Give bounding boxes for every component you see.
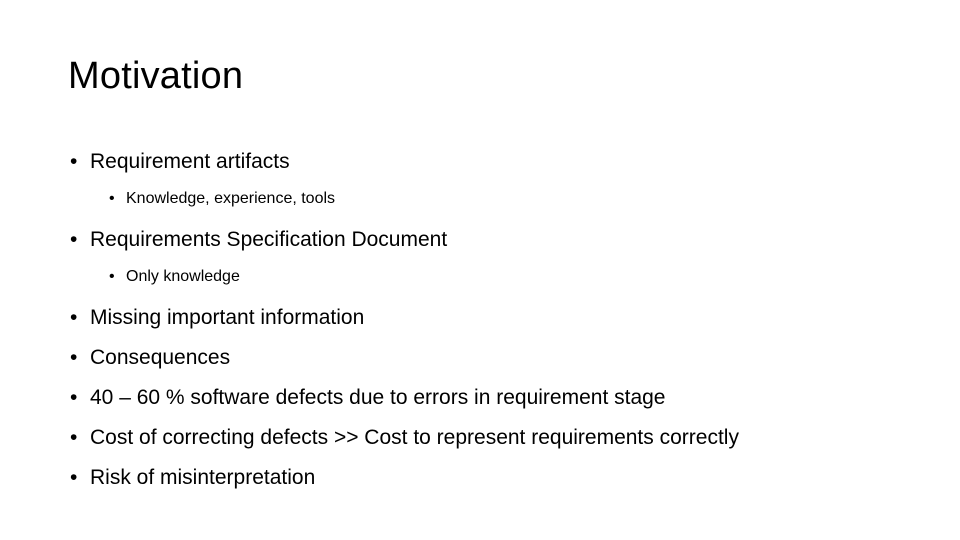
bullet-point-icon: • <box>70 346 78 369</box>
sub-bullet-row: • Knowledge, experience, tools <box>68 182 928 216</box>
sub-bullet-row: • Only knowledge <box>68 260 928 294</box>
sub-bullet-text: Knowledge, experience, tools <box>126 190 336 207</box>
list-item: • Only knowledge <box>68 260 928 294</box>
bullet-text: 40 – 60 % software defects due to errors… <box>90 386 666 409</box>
bullet-row: • Cost of correcting defects >> Cost to … <box>68 418 928 458</box>
bullet-text: Cost of correcting defects >> Cost to re… <box>90 426 739 449</box>
list-item: • Requirements Specification Document • … <box>68 220 928 294</box>
list-item: • Risk of misinterpretation <box>68 458 928 498</box>
list-item: • 40 – 60 % software defects due to erro… <box>68 378 928 418</box>
bullet-row: • Consequences <box>68 338 928 378</box>
bullet-row: • 40 – 60 % software defects due to erro… <box>68 378 928 418</box>
list-item: • Consequences <box>68 338 928 378</box>
bullet-point-icon: • <box>70 426 78 449</box>
bullet-row: • Requirements Specification Document <box>68 220 928 260</box>
bullet-text: Requirement artifacts <box>90 150 290 173</box>
page-title: Motivation <box>68 55 244 97</box>
bullet-point-icon: • <box>70 466 78 489</box>
bullet-list-level-1: • Requirement artifacts • Knowledge, exp… <box>68 142 928 498</box>
bullet-row: • Missing important information <box>68 298 928 338</box>
bullet-point-icon: • <box>70 228 78 251</box>
list-item: • Cost of correcting defects >> Cost to … <box>68 418 928 458</box>
bullet-text: Consequences <box>90 346 231 369</box>
bullet-point-icon: • <box>70 386 78 409</box>
bullet-point-icon: • <box>109 190 115 207</box>
list-item: • Requirement artifacts • Knowledge, exp… <box>68 142 928 216</box>
bullet-text: Risk of misinterpretation <box>90 466 316 489</box>
bullet-point-icon: • <box>70 306 78 329</box>
list-item: • Missing important information <box>68 298 928 338</box>
list-item: • Knowledge, experience, tools <box>68 182 928 216</box>
bullet-text: Requirements Specification Document <box>90 228 448 251</box>
slide-body: • Requirement artifacts • Knowledge, exp… <box>68 142 928 498</box>
sub-bullet-text: Only knowledge <box>126 268 240 285</box>
bullet-text: Missing important information <box>90 306 365 329</box>
bullet-list-level-2: • Knowledge, experience, tools <box>68 182 928 216</box>
bullet-row: • Requirement artifacts <box>68 142 928 182</box>
bullet-row: • Risk of misinterpretation <box>68 458 928 498</box>
slide-canvas: Motivation • Requirement artifacts • Kno… <box>0 0 960 540</box>
bullet-point-icon: • <box>70 150 78 173</box>
bullet-list-level-2: • Only knowledge <box>68 260 928 294</box>
bullet-point-icon: • <box>109 268 115 285</box>
